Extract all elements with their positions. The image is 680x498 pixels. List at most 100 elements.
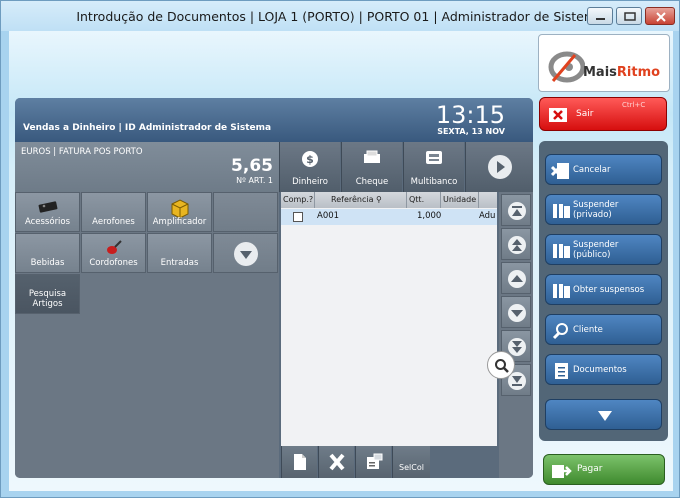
search-icon: ⚲ <box>376 195 382 204</box>
logo-mark-icon <box>548 51 585 83</box>
card-terminal-icon <box>426 151 442 164</box>
row-quantity: 1,000 <box>417 211 442 221</box>
category-acessorios[interactable]: Acessórios <box>15 192 80 232</box>
column-header-label: Referência <box>331 195 374 204</box>
article-count: Nº ART. 1 <box>236 176 273 185</box>
new-document-icon <box>293 454 306 470</box>
pay-cash-button[interactable]: $ Dinheiro <box>279 142 340 192</box>
close-button[interactable] <box>645 7 675 25</box>
column-header-qtt[interactable]: Qtt. <box>407 192 441 208</box>
customer-button[interactable]: Cliente <box>545 314 662 345</box>
cancel-doc-icon <box>551 163 569 179</box>
category-entradas[interactable]: Entradas <box>147 233 212 273</box>
brand-prefix: Mais <box>583 65 617 80</box>
minimize-button[interactable] <box>587 7 613 25</box>
selcol-button[interactable]: SelCol <box>392 446 430 478</box>
app-window: Introdução de Documentos | LOJA 1 (PORTO… <box>0 0 680 498</box>
pay-button[interactable]: Pagar <box>543 454 665 485</box>
cheque-icon <box>364 150 380 163</box>
actions-panel: Cancelar Suspender (privado) Suspender (… <box>539 141 668 441</box>
category-label: Bebidas <box>30 258 65 268</box>
exit-x-icon <box>549 108 567 122</box>
clock-date: SEXTA, 13 NOV <box>437 127 505 136</box>
up-icon <box>508 270 526 288</box>
brand-suffix: Ritmo <box>616 65 661 80</box>
cancel-label: Cancelar <box>573 164 611 175</box>
category-cordofones[interactable]: Cordofones <box>81 233 146 273</box>
search-articles-label: Pesquisa Artigos <box>16 289 79 309</box>
more-payments-button[interactable] <box>465 142 533 192</box>
column-header-comp[interactable]: Comp.? <box>281 192 315 208</box>
scroll-up-button[interactable] <box>501 262 531 294</box>
pay-cheque-label: Cheque <box>355 177 389 187</box>
pay-cheque-button[interactable]: Cheque <box>341 142 402 192</box>
more-actions-button[interactable] <box>545 399 662 430</box>
customer-label: Cliente <box>573 324 603 335</box>
cancel-button[interactable]: Cancelar <box>545 154 662 185</box>
customer-search-icon <box>552 323 568 340</box>
pay-cash-label: Dinheiro <box>292 177 328 187</box>
suspend-private-button[interactable]: Suspender (privado) <box>545 194 662 225</box>
selcol-label: SelCol <box>399 463 424 472</box>
search-articles-button[interactable]: Pesquisa Artigos <box>15 274 80 314</box>
column-header-referencia[interactable]: Referência ⚲ <box>315 192 407 208</box>
document-lines-grid: Comp.? Referência ⚲ Qtt. Unidade A001 1,… <box>281 192 497 446</box>
category-label: Aerofones <box>92 217 135 227</box>
category-bebidas[interactable]: Bebidas <box>15 233 80 273</box>
pay-multibanco-label: Multibanco <box>410 177 458 187</box>
row-checkbox[interactable] <box>293 212 303 222</box>
scroll-top-button[interactable] <box>501 194 531 226</box>
documents-icon <box>555 363 568 379</box>
line-details-button[interactable] <box>355 446 391 478</box>
suspend-public-button[interactable]: Suspender (público) <box>545 234 662 265</box>
category-amplificador[interactable]: Amplificador <box>147 192 212 232</box>
suspend-icon <box>553 284 570 298</box>
exit-label: Sair <box>576 109 594 119</box>
magnifier-icon <box>495 359 509 373</box>
new-line-button[interactable] <box>281 446 317 478</box>
delete-line-button[interactable] <box>318 446 354 478</box>
categories-next-button[interactable] <box>213 233 278 273</box>
totals-box: EUROS | FATURA POS PORTO 5,65 Nº ART. 1 <box>15 142 279 192</box>
category-aerofones[interactable]: Aerofones <box>81 192 146 232</box>
sales-panel: Vendas a Dinheiro | ID Administrador de … <box>15 98 533 478</box>
brand-logo: MaisRitmo <box>538 34 670 92</box>
grid-toolbar: SelCol <box>281 446 497 478</box>
category-label: Cordofones <box>89 258 138 268</box>
documents-button[interactable]: Documentos <box>545 354 662 385</box>
maximize-button[interactable] <box>616 7 642 25</box>
arrow-right-icon <box>487 155 512 179</box>
column-header-unidade[interactable]: Unidade <box>441 192 479 208</box>
row-unit: Adu <box>479 211 496 221</box>
category-label: Entradas <box>160 258 199 268</box>
clock-time: 13:15 <box>435 101 505 129</box>
delete-x-icon <box>328 453 345 471</box>
pay-multibanco-button[interactable]: Multibanco <box>403 142 464 192</box>
get-suspended-button[interactable]: Obter suspensos <box>545 274 662 305</box>
table-row[interactable]: A001 1,000 Adu <box>281 209 497 225</box>
first-icon <box>508 202 526 220</box>
minimize-icon <box>596 18 605 20</box>
box-icon <box>171 199 188 219</box>
restore-icon <box>624 12 636 21</box>
guitar-icon <box>106 240 122 254</box>
category-grid: Acessórios Aerofones Amplificador Bebida… <box>15 192 279 478</box>
category-label: Amplificador <box>152 217 207 227</box>
grid-search-button[interactable] <box>487 351 515 379</box>
exit-button[interactable]: Sair Ctrl+C <box>539 97 667 131</box>
category-label: Acessórios <box>24 217 71 227</box>
search-articles-line2: Artigos <box>32 299 63 309</box>
scroll-page-up-button[interactable] <box>501 228 531 260</box>
accessory-device-icon <box>38 201 57 213</box>
double-up-icon <box>508 236 526 254</box>
documents-label: Documentos <box>573 364 627 375</box>
row-reference: A001 <box>317 211 340 221</box>
exit-shortcut: Ctrl+C <box>622 101 646 109</box>
suspend-private-label: Suspender (privado) <box>573 199 619 220</box>
scroll-down-button[interactable] <box>501 296 531 328</box>
edit-note-icon <box>366 453 382 469</box>
arrow-down-icon <box>598 411 612 421</box>
grid-scroll-buttons <box>499 192 533 478</box>
suspend-icon <box>553 244 570 258</box>
total-amount: 5,65 <box>231 156 273 176</box>
